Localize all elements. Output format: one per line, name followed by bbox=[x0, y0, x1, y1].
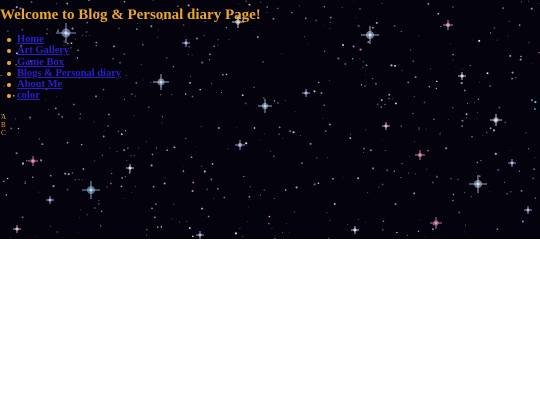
letter-list: A B C bbox=[1, 113, 6, 137]
nav-link-game-box[interactable]: Game Box bbox=[17, 57, 64, 68]
nav-link-art-gallery[interactable]: Art Gallery bbox=[17, 45, 69, 56]
bullet-icon bbox=[7, 83, 11, 88]
nav-link-about-me[interactable]: About Me bbox=[17, 79, 62, 90]
letter-item: A bbox=[1, 113, 7, 121]
nav-item-blogs: Blogs & Personal diary bbox=[7, 68, 121, 79]
bullet-icon bbox=[7, 60, 11, 65]
page-title: Welcome to Blog & Personal diary Page! bbox=[0, 7, 261, 23]
letter-item: C bbox=[1, 129, 6, 137]
nav-item-home: Home bbox=[7, 34, 121, 45]
nav-item-color: color bbox=[7, 90, 121, 101]
nav-link-color[interactable]: color bbox=[17, 90, 40, 101]
nav-item-about-me: About Me bbox=[7, 79, 121, 90]
nav-item-game-box: Game Box bbox=[7, 57, 121, 68]
nav-link-blogs[interactable]: Blogs & Personal diary bbox=[17, 68, 121, 79]
bullet-icon bbox=[7, 71, 11, 76]
letter-item: B bbox=[1, 121, 6, 129]
nav-item-art-gallery: Art Gallery bbox=[7, 45, 121, 56]
bullet-icon bbox=[7, 49, 11, 54]
nav-link-home[interactable]: Home bbox=[17, 34, 44, 45]
nav-menu: Home Art Gallery Game Box Blogs & Person… bbox=[0, 34, 121, 102]
page-content: Welcome to Blog & Personal diary Page! H… bbox=[0, 0, 540, 239]
bullet-icon bbox=[7, 38, 11, 42]
bullet-icon bbox=[7, 94, 11, 99]
